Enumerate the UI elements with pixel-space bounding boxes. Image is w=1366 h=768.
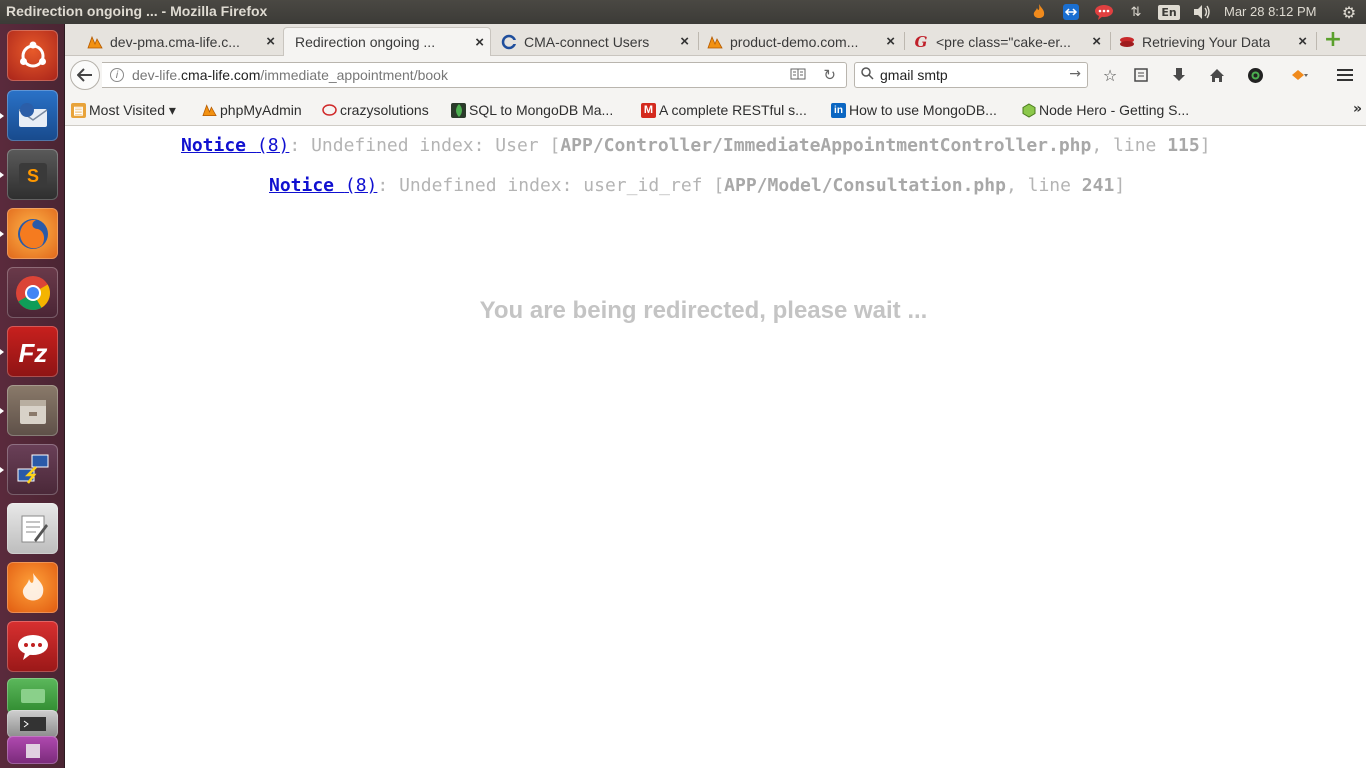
network-connections-icon[interactable]	[7, 444, 58, 495]
firefox-icon[interactable]	[7, 208, 58, 259]
phpmyadmin-icon	[707, 34, 723, 50]
sublime-text-icon[interactable]: S	[7, 149, 58, 200]
home-icon[interactable]	[1206, 64, 1228, 86]
tab-title: product-demo.com...	[730, 33, 859, 50]
clock[interactable]: Mar 28 8:12 PM	[1224, 4, 1317, 19]
downloads-icon[interactable]	[1168, 64, 1190, 86]
filezilla-icon[interactable]: Fz	[7, 326, 58, 377]
m-logo-icon: M	[641, 102, 656, 118]
bookmark-how-to-use-mongodb[interactable]: in How to use MongoDB...	[831, 101, 997, 119]
pidgin-chat-icon[interactable]	[7, 621, 58, 672]
tab-cma-connect-users[interactable]: CMA-connect Users ×	[493, 27, 695, 56]
phpmyadmin-icon	[87, 34, 103, 50]
linkedin-icon: in	[831, 102, 846, 118]
system-gear-icon[interactable]: ⚙	[1339, 2, 1359, 22]
search-input-value[interactable]: gmail smtp	[880, 67, 948, 83]
tab-title: CMA-connect Users	[524, 33, 650, 50]
hamburger-menu-icon[interactable]	[1334, 64, 1356, 86]
search-bar[interactable]: gmail smtp →	[854, 62, 1088, 88]
search-go-arrow-icon[interactable]: →	[1069, 66, 1081, 82]
reader-view-icon[interactable]	[790, 68, 806, 84]
soundcloud-flame-icon[interactable]	[7, 562, 58, 613]
site-info-icon[interactable]: i	[110, 68, 124, 82]
running-indicator	[0, 172, 4, 178]
running-indicator	[0, 113, 4, 119]
thunderbird-icon[interactable]	[7, 90, 58, 141]
tab-product-demo[interactable]: product-demo.com... ×	[699, 27, 901, 56]
extension-menu-icon[interactable]	[1282, 64, 1316, 86]
navigation-toolbar: i dev-life.cma-life.com/immediate_appoin…	[65, 56, 1366, 94]
tab-cake-error[interactable]: G <pre class="cake-er... ×	[905, 27, 1107, 56]
running-indicator	[0, 231, 4, 237]
back-arrow-icon[interactable]	[70, 60, 100, 90]
tab-redirection-active[interactable]: Redirection ongoing ... ×	[283, 27, 491, 56]
running-indicator	[0, 349, 4, 355]
workspace-switcher-icon[interactable]	[7, 678, 58, 714]
bookmark-star-icon[interactable]: ☆	[1099, 64, 1121, 86]
phpmyadmin-icon	[202, 103, 217, 118]
tab-dev-pma[interactable]: dev-pma.cma-life.c... ×	[79, 27, 281, 56]
keyboard-language-icon[interactable]: En	[1157, 2, 1181, 22]
bookmark-restful[interactable]: M A complete RESTful s...	[641, 101, 807, 119]
bookmark-sql-to-mongodb[interactable]: SQL to MongoDB Ma...	[451, 101, 613, 119]
notice-1: Notice (8): Undefined index: User [APP/C…	[181, 135, 1211, 156]
close-icon[interactable]: ×	[475, 34, 484, 51]
reload-icon[interactable]: ↻	[823, 66, 836, 84]
svg-text:Fz: Fz	[18, 338, 47, 368]
close-icon[interactable]: ×	[1092, 33, 1101, 50]
notice-2: Notice (8): Undefined index: user_id_ref…	[269, 175, 1126, 196]
network-updown-icon[interactable]: ⇅	[1126, 2, 1146, 22]
bookmark-most-visited[interactable]: ▤ Most Visited ▾	[71, 101, 176, 119]
tab-separator	[1316, 32, 1317, 50]
tab-title: Redirection ongoing ...	[295, 34, 436, 50]
running-indicator	[0, 408, 4, 414]
bookmark-phpmyadmin[interactable]: phpMyAdmin	[202, 101, 302, 119]
tab-title: Retrieving Your Data	[1142, 33, 1271, 50]
notice-link[interactable]: Notice (8)	[269, 175, 377, 196]
window-title: Redirection ongoing ... - Mozilla Firefo…	[6, 3, 268, 19]
tab-retrieving-data[interactable]: Retrieving Your Data ×	[1111, 27, 1313, 56]
bookmarks-list-icon[interactable]	[1130, 64, 1152, 86]
tab-title: <pre class="cake-er...	[936, 33, 1071, 50]
unity-launcher: S Fz	[0, 24, 65, 768]
bookmarks-toolbar: ▤ Most Visited ▾ phpMyAdmin crazysolutio…	[65, 94, 1366, 126]
notice-link[interactable]: Notice (8)	[181, 135, 289, 156]
chat-bubble-icon	[322, 103, 337, 118]
redirect-message: You are being redirected, please wait ..…	[479, 297, 928, 324]
close-icon[interactable]: ×	[886, 33, 895, 50]
bookmark-crazysolutions[interactable]: crazysolutions	[322, 101, 429, 119]
g-logo-icon: G	[914, 32, 928, 51]
terminal-icon[interactable]	[7, 710, 58, 738]
mongodb-leaf-icon	[451, 102, 466, 118]
svg-text:S: S	[26, 166, 38, 186]
search-icon	[861, 66, 874, 84]
url-text[interactable]: dev-life.cma-life.com/immediate_appointm…	[132, 67, 448, 83]
tab-strip: dev-pma.cma-life.c... × Redirection ongo…	[65, 24, 1366, 56]
chrome-icon[interactable]	[7, 267, 58, 318]
cma-logo-icon	[501, 34, 517, 50]
extension-circle-icon[interactable]	[1244, 64, 1266, 86]
volume-icon[interactable]	[1190, 2, 1214, 22]
node-hexagon-icon	[1021, 102, 1036, 118]
url-bar[interactable]: i dev-life.cma-life.com/immediate_appoin…	[102, 62, 847, 88]
bookmark-node-hero[interactable]: Node Hero - Getting S...	[1021, 101, 1189, 119]
close-icon[interactable]: ×	[1298, 33, 1307, 50]
bookmarks-overflow-chevron-icon[interactable]: »	[1353, 101, 1362, 117]
files-icon[interactable]	[7, 385, 58, 436]
most-visited-icon: ▤	[71, 102, 86, 118]
close-icon[interactable]: ×	[266, 33, 275, 50]
trash-icon[interactable]	[7, 736, 58, 764]
text-editor-icon[interactable]	[7, 503, 58, 554]
tab-title: dev-pma.cma-life.c...	[110, 33, 240, 50]
top-panel: Redirection ongoing ... - Mozilla Firefo…	[0, 0, 1366, 24]
page-content: Notice (8): Undefined index: User [APP/C…	[65, 127, 1366, 768]
ubuntu-dash-icon[interactable]	[7, 30, 58, 81]
running-indicator	[0, 467, 4, 473]
teamviewer-tray-icon[interactable]	[1060, 2, 1082, 22]
stack-layers-icon	[1119, 34, 1135, 50]
flame-tray-icon[interactable]	[1028, 2, 1050, 22]
close-icon[interactable]: ×	[680, 33, 689, 50]
chat-tray-icon[interactable]	[1092, 2, 1116, 22]
new-tab-plus-icon[interactable]: +	[1322, 27, 1344, 52]
